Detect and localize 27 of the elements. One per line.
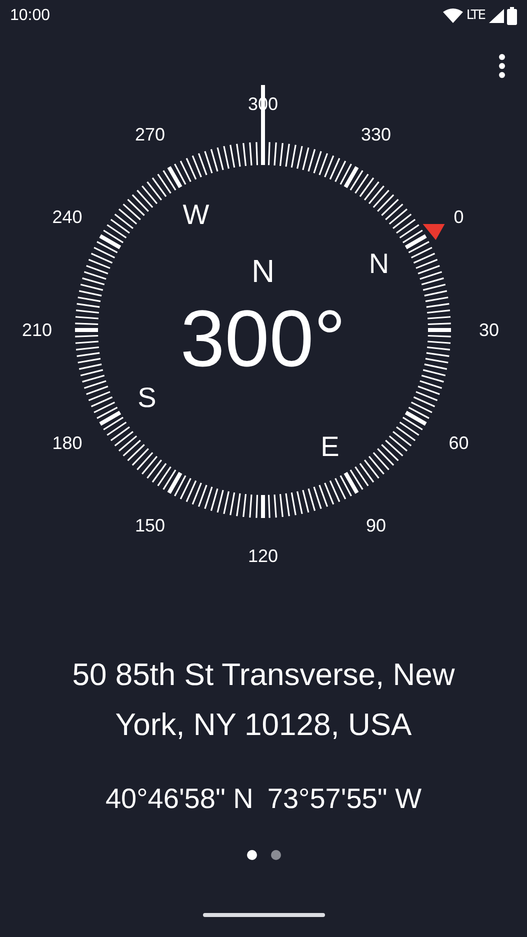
degree-label: 0	[454, 207, 464, 227]
more-options-icon[interactable]	[499, 54, 505, 80]
degree-label: 210	[22, 320, 52, 340]
degree-label: 180	[52, 433, 82, 453]
cardinal-label: W	[182, 198, 210, 230]
degree-label: 60	[448, 433, 469, 453]
degree-label: 240	[52, 207, 82, 227]
north-marker-icon	[422, 224, 445, 240]
network-type: LTE	[466, 7, 485, 26]
signal-icon	[488, 8, 504, 24]
coordinate-text: 73°57'55" W	[267, 782, 422, 816]
degree-label: 90	[366, 516, 386, 536]
status-time: 10:00	[10, 6, 50, 26]
cardinal-label: S	[138, 382, 156, 413]
degree-label: 150	[134, 516, 166, 536]
coordinate-text: 40°46'58" N	[105, 782, 254, 816]
address-text: 50 85th St Transverse, New York, NY 10128, USA	[71, 656, 456, 744]
direction-text: N	[251, 253, 275, 289]
degree-label: 270	[134, 124, 166, 144]
cardinal-label: E	[320, 431, 340, 462]
degree-label: 330	[360, 124, 392, 144]
degree-label: 120	[248, 546, 278, 566]
heading-text: 300°	[180, 294, 346, 383]
degree-label: 30	[478, 320, 500, 340]
cardinal-label: N	[368, 248, 390, 279]
battery-icon	[507, 7, 517, 25]
wifi-icon	[443, 8, 464, 24]
